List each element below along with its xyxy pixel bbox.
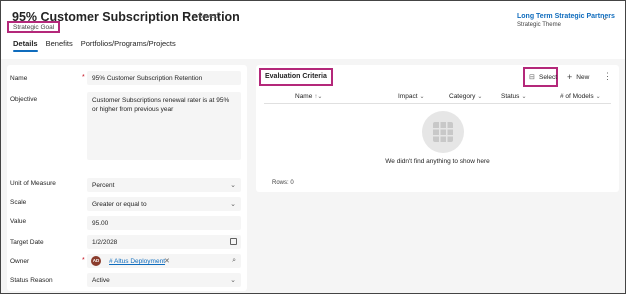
- objective-label: Objective: [10, 96, 38, 103]
- tab-benefits[interactable]: Benefits: [46, 39, 73, 52]
- chevron-down-icon: ⌄: [419, 94, 425, 100]
- column-header-impact[interactable]: Impact ⌄: [398, 93, 425, 100]
- chevron-down-icon: ⌄: [230, 182, 236, 189]
- rows-count: Rows: 0: [272, 180, 294, 186]
- scale-select[interactable]: Greater or equal to ⌄: [87, 197, 241, 211]
- unit-of-measure-select[interactable]: Percent ⌄: [87, 178, 241, 192]
- scale-value: Greater or equal to: [92, 201, 147, 208]
- unit-of-measure-value: Percent: [92, 182, 115, 189]
- column-header-label: Impact: [398, 93, 418, 100]
- select-button[interactable]: ⊟ Select: [523, 67, 558, 87]
- status-reason-value: Active: [92, 277, 110, 284]
- chevron-down-icon[interactable]: ⌄: [601, 12, 609, 23]
- tab-portfolios-programs-projects[interactable]: Portfolios/Programs/Projects: [81, 39, 176, 52]
- owner-label: Owner: [10, 258, 30, 265]
- chevron-down-icon: ⌄: [230, 201, 236, 208]
- name-label: Name: [10, 75, 28, 82]
- tab-bar: Details Benefits Portfolios/Programs/Pro…: [13, 39, 176, 52]
- column-header-status[interactable]: Status ⌄: [501, 93, 526, 100]
- column-header-label: Status: [501, 93, 520, 100]
- strategic-theme-label: Strategic Theme: [517, 22, 561, 28]
- evaluation-criteria-title: Evaluation Criteria: [259, 68, 333, 86]
- objective-field[interactable]: Customer Subscriptions renewal rater is …: [87, 92, 241, 160]
- sort-icon: ↑⌄: [314, 94, 323, 100]
- target-date-value: 1/2/2028: [92, 239, 118, 246]
- chevron-down-icon: ⌄: [230, 277, 236, 284]
- owner-lookup[interactable]: AD # Altus Deployment ✕ ⌕: [87, 254, 241, 268]
- target-date-field[interactable]: 1/2/2028: [87, 235, 241, 249]
- avatar: AD: [91, 256, 101, 266]
- required-marker: *: [82, 257, 85, 264]
- column-header-label: Name: [295, 93, 313, 100]
- column-header-label: # of Models: [560, 93, 594, 100]
- record-header: 95% Customer Subscription Retention - Sa…: [1, 1, 625, 59]
- new-button-label: New: [576, 74, 590, 81]
- column-header-category[interactable]: Category ⌄: [449, 93, 482, 100]
- entity-type-label: Strategic Goal: [7, 21, 61, 33]
- select-button-label: Select: [539, 74, 558, 81]
- main-content: Name * 95% Customer Subscription Retenti…: [1, 59, 625, 293]
- required-marker: *: [82, 74, 85, 81]
- empty-table-icon: [422, 111, 464, 153]
- chevron-down-icon: ⌄: [477, 94, 483, 100]
- save-status: - Saved: [194, 13, 219, 20]
- details-form: Name * 95% Customer Subscription Retenti…: [7, 65, 247, 291]
- new-button[interactable]: + New: [567, 72, 589, 82]
- close-icon[interactable]: ✕: [164, 257, 170, 265]
- owner-link[interactable]: # Altus Deployment: [109, 258, 165, 265]
- chevron-down-icon: ⌄: [595, 94, 601, 100]
- column-header-label: Category: [449, 93, 476, 100]
- header-divider: [264, 103, 611, 104]
- value-field[interactable]: 95.00: [87, 216, 241, 230]
- plus-icon: +: [567, 72, 573, 82]
- calendar-icon[interactable]: [230, 238, 237, 245]
- status-reason-label: Status Reason: [10, 277, 53, 284]
- tab-details[interactable]: Details: [13, 39, 38, 52]
- scale-label: Scale: [10, 199, 27, 206]
- column-header-name[interactable]: Name ↑⌄: [295, 93, 322, 100]
- column-header-number-of-models[interactable]: # of Models ⌄: [560, 93, 601, 100]
- chevron-down-icon: ⌄: [521, 94, 527, 100]
- unit-of-measure-label: Unit of Measure: [10, 180, 56, 187]
- status-reason-select[interactable]: Active ⌄: [87, 273, 241, 287]
- more-options-icon[interactable]: ⋮: [603, 71, 612, 82]
- value-label: Value: [10, 218, 27, 225]
- evaluation-criteria-grid: Evaluation Criteria ⊟ Select + New ⋮ Name…: [256, 65, 619, 192]
- search-icon[interactable]: ⌕: [232, 257, 236, 265]
- empty-state-message: We didn't find anything to show here: [385, 158, 490, 165]
- name-field[interactable]: 95% Customer Subscription Retention: [87, 71, 241, 85]
- target-date-label: Target Date: [10, 239, 44, 246]
- select-records-icon: ⊟: [529, 74, 535, 81]
